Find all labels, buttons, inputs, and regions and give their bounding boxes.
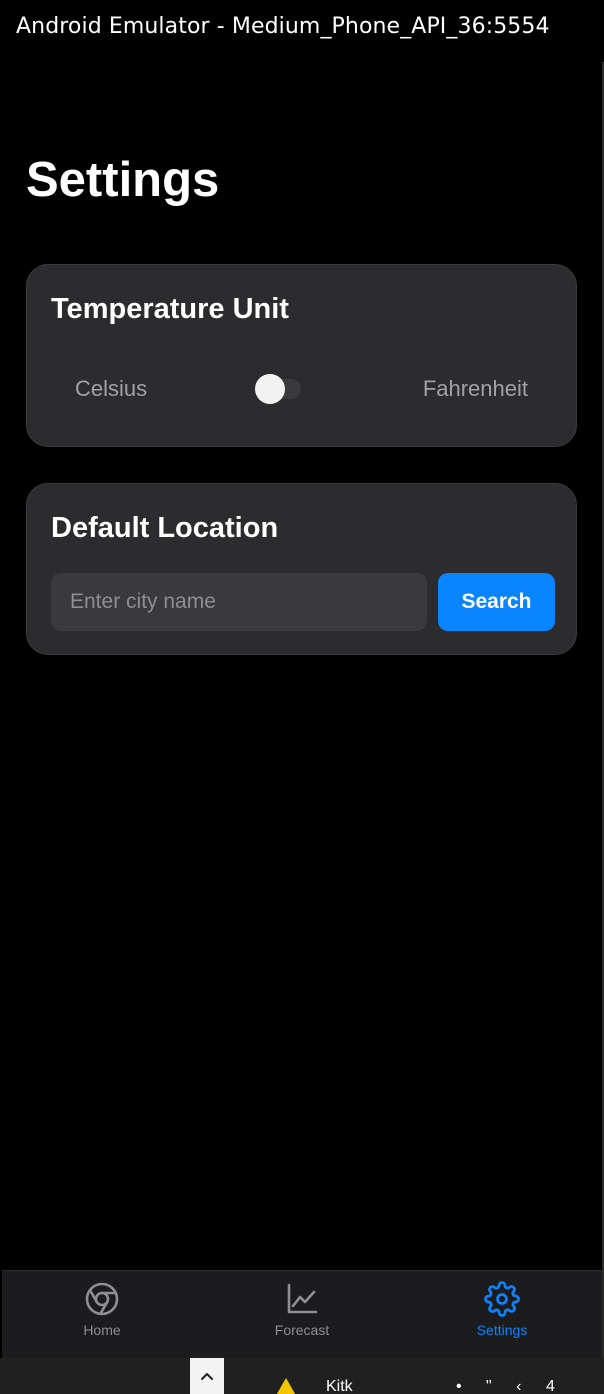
tab-settings-label: Settings (476, 1322, 528, 1338)
emulator-window: Android Emulator - Medium_Phone_API_36:5… (0, 0, 604, 1394)
warning-icon[interactable] (268, 1376, 304, 1394)
temperature-unit-title: Temperature Unit (51, 293, 289, 325)
city-name-input[interactable] (51, 573, 427, 631)
tray-system-icons[interactable]: • " ‹ 4 (456, 1378, 565, 1394)
default-location-card: Default Location Search (26, 483, 577, 655)
tab-forecast[interactable]: Forecast (202, 1271, 402, 1359)
window-title: Android Emulator - Medium_Phone_API_36:5… (16, 14, 550, 39)
chevron-up-icon (201, 1373, 213, 1380)
tab-home[interactable]: Home (2, 1271, 202, 1359)
page-title: Settings (26, 153, 220, 207)
temperature-unit-card: Temperature Unit Celsius Fahrenheit (26, 264, 577, 447)
show-hidden-icons-button[interactable] (190, 1358, 224, 1394)
chrome-circle-icon (84, 1281, 120, 1317)
toggle-thumb (255, 374, 285, 404)
temperature-unit-toggle[interactable] (255, 374, 303, 404)
line-chart-icon (284, 1281, 320, 1317)
window-titlebar[interactable]: Android Emulator - Medium_Phone_API_36:5… (0, 0, 604, 62)
taskbar-app-label[interactable]: Kitk (326, 1378, 353, 1394)
tab-forecast-label: Forecast (274, 1322, 330, 1338)
bottom-tab-bar: Home Forecast Settings (2, 1270, 602, 1359)
fahrenheit-label: Fahrenheit (422, 376, 528, 401)
celsius-label: Celsius (75, 376, 148, 401)
tab-settings[interactable]: Settings (402, 1271, 602, 1359)
tab-home-label: Home (83, 1322, 121, 1338)
windows-taskbar: Kitk • " ‹ 4 (0, 1358, 604, 1394)
gear-icon (484, 1281, 520, 1317)
default-location-title: Default Location (51, 512, 279, 544)
search-button[interactable]: Search (438, 573, 555, 631)
